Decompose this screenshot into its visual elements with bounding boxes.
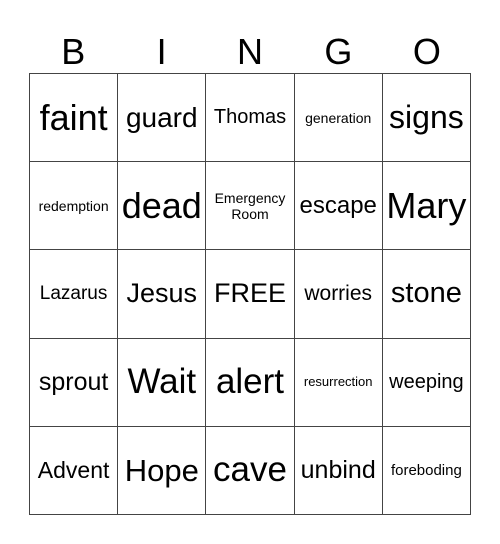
cell-text: signs [389, 99, 464, 136]
cell-text: cave [213, 450, 287, 490]
header-letter-b: B [61, 31, 86, 72]
cell-text: worries [304, 281, 373, 305]
cell-text: sprout [38, 367, 109, 396]
cell-text: generation [305, 109, 372, 126]
cell-text: foreboding [390, 461, 462, 479]
cell-text: Thomas [213, 106, 287, 129]
header-letter-g: G [324, 31, 353, 72]
bingo-grid: faint guard Thomas generation signs redemptio… [29, 73, 471, 515]
bingo-cell[interactable]: alert [206, 338, 295, 427]
bingo-cell[interactable]: guard [118, 74, 207, 163]
bingo-cell[interactable]: resurrection [294, 338, 383, 427]
bingo-cell[interactable]: faint [30, 74, 119, 163]
bingo-header: B I N G O [29, 30, 471, 73]
bingo-cell[interactable]: Advent [30, 426, 119, 515]
bingo-cell[interactable]: Mary [382, 162, 471, 251]
bingo-cell[interactable]: Jesus [118, 250, 207, 339]
header-letter-o: O [412, 31, 441, 72]
cell-text: Hope [124, 452, 199, 488]
cell-text: alert [215, 362, 285, 402]
bingo-cell[interactable]: weeping [382, 338, 471, 427]
cell-text: stone [390, 277, 462, 310]
bingo-cell[interactable]: unbind [294, 426, 383, 515]
cell-text: FREE [213, 278, 286, 309]
bingo-cell[interactable]: Wait [118, 338, 207, 427]
bingo-cell[interactable]: Thomas [206, 74, 295, 163]
cell-text: resurrection [303, 373, 373, 389]
cell-text: Jesus [126, 278, 198, 309]
cell-text: escape [299, 191, 377, 219]
header-letter-i: I [156, 31, 167, 72]
bingo-cell[interactable]: escape [294, 162, 383, 251]
cell-text: faint [39, 96, 108, 138]
bingo-cell[interactable]: Emergency Room [206, 162, 295, 251]
cell-text: dead [121, 185, 202, 227]
cell-text: Wait [127, 362, 197, 402]
bingo-cell[interactable]: signs [382, 74, 471, 163]
cell-text: guard [125, 101, 198, 133]
bingo-cell[interactable]: redemption [30, 162, 119, 251]
bingo-cell[interactable]: sprout [30, 338, 119, 427]
bingo-cell[interactable]: Lazarus [30, 250, 119, 339]
cell-text: Advent [37, 457, 110, 484]
bingo-cell[interactable]: worries [294, 250, 383, 339]
cell-text: Lazarus [39, 283, 108, 305]
cell-text: Mary [386, 185, 467, 227]
bingo-cell[interactable]: foreboding [382, 426, 471, 515]
bingo-cell[interactable]: cave [206, 426, 295, 515]
bingo-cell[interactable]: dead [118, 162, 207, 251]
bingo-cell[interactable]: Hope [118, 426, 207, 515]
cell-text: weeping [389, 370, 464, 393]
free-space-cell[interactable]: FREE [206, 250, 295, 339]
cell-text: Emergency Room [214, 189, 286, 222]
cell-text: unbind [300, 456, 376, 485]
bingo-cell[interactable]: generation [294, 74, 383, 163]
header-letter-n: N [237, 31, 264, 72]
cell-text: redemption [38, 197, 109, 214]
bingo-cell[interactable]: stone [382, 250, 471, 339]
